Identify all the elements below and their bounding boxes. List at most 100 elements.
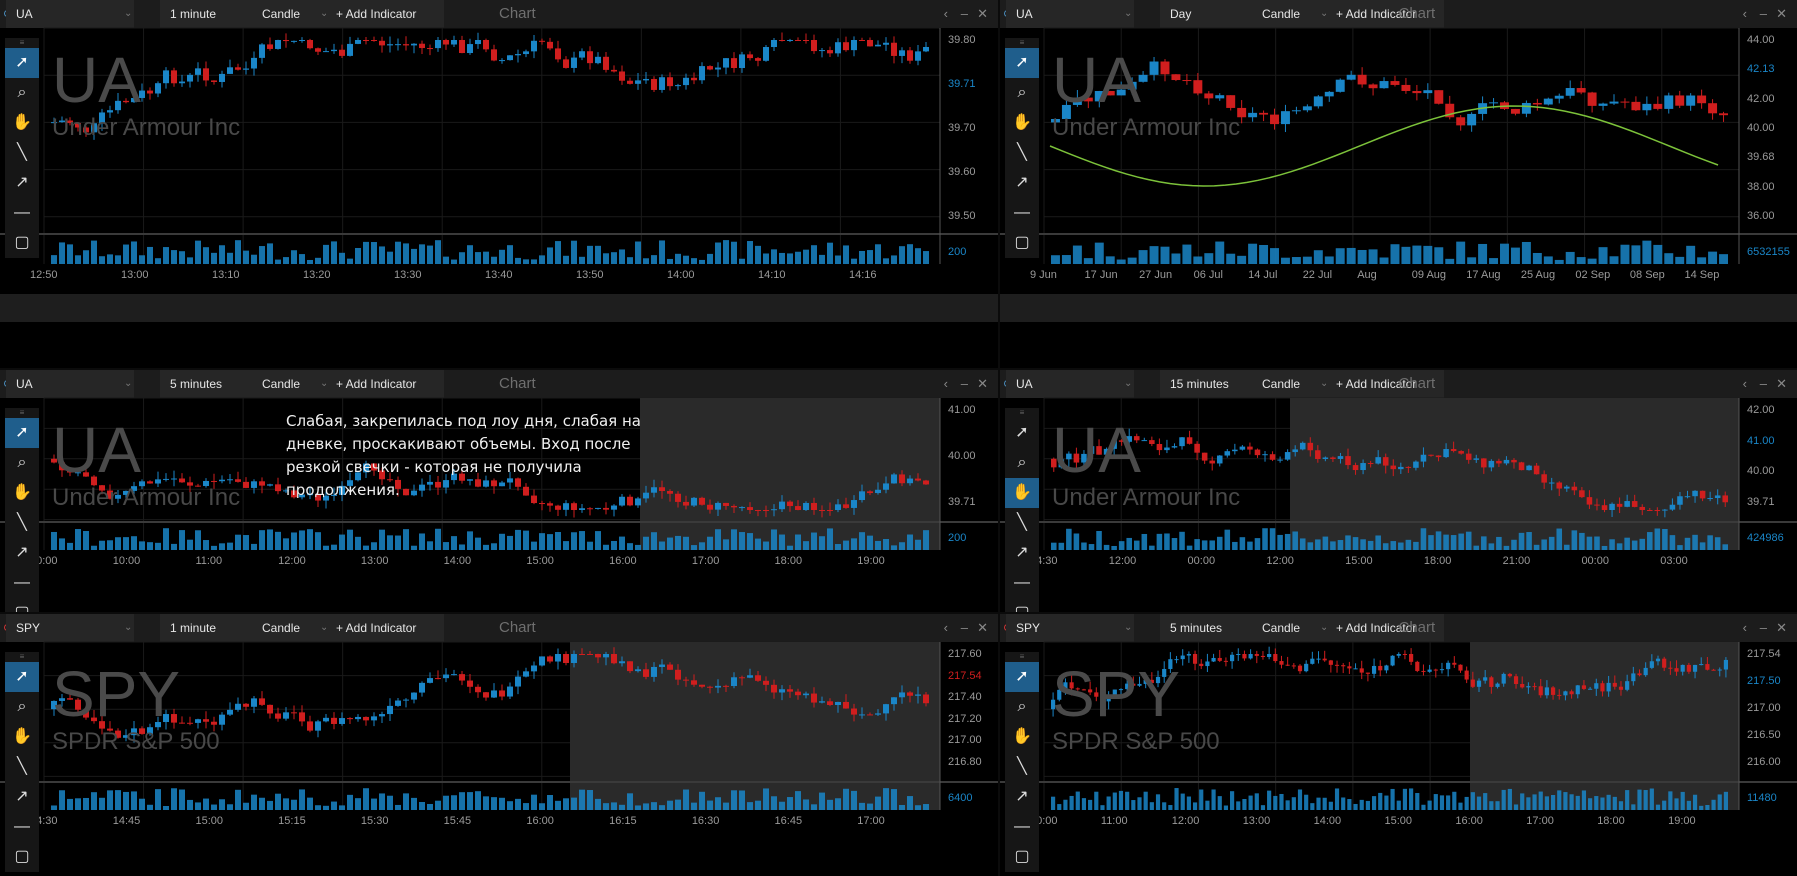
candle — [1654, 510, 1661, 511]
volume-bar — [771, 796, 777, 810]
candle — [1470, 679, 1475, 687]
toolbar-grip-icon[interactable]: ≡ — [5, 652, 39, 662]
navigator-strip[interactable] — [1000, 294, 1797, 322]
candle — [827, 50, 833, 54]
price-axis[interactable]: 39.80 39.71 39.70 39.60 39.50 200 — [940, 28, 998, 264]
symbol-watermark: UA — [52, 44, 141, 116]
pointer-icon[interactable]: ➚ — [1005, 662, 1039, 692]
candle — [835, 504, 841, 510]
pointer-icon[interactable]: ➚ — [5, 48, 39, 78]
time-axis[interactable]: 00:00 10:00 11:00 12:00 13:00 14:00 15:00 16:00… — [0, 550, 998, 574]
time-tick-label: 16:00 — [526, 815, 554, 827]
chart-panel-spy-5min[interactable]: SPY⌄5 minutes⌄Candle⌄+ Add IndicatorChar… — [1000, 614, 1797, 876]
volume-bar — [355, 247, 361, 264]
volume-bar — [131, 536, 137, 550]
candle — [523, 51, 529, 55]
volume-bar — [923, 251, 929, 264]
hand-icon[interactable]: ✋ — [5, 108, 39, 138]
rect-icon[interactable]: ▢ — [1005, 842, 1039, 872]
time-axis[interactable]: 9 Jun 17 Jun 27 Jun 06 Jul 14 Jul 22 Jul Aug 09… — [1000, 264, 1797, 288]
line-icon[interactable]: ╲ — [5, 508, 39, 538]
price-tick-label: 217.60 — [948, 648, 982, 660]
volume-bar — [1415, 793, 1420, 810]
volume-bar — [619, 249, 625, 264]
zoom-icon[interactable]: ⌕ — [1005, 692, 1039, 722]
volume-bar — [1112, 792, 1117, 810]
time-axis[interactable]: 12:50 13:00 13:10 13:20 13:30 13:40 13:50 14:00… — [0, 264, 998, 288]
arrow-icon[interactable]: ↗ — [1005, 782, 1039, 812]
rect-icon[interactable]: ▢ — [5, 228, 39, 258]
zoom-icon[interactable]: ⌕ — [1005, 448, 1039, 478]
hline-icon[interactable]: — — [5, 198, 39, 228]
time-axis[interactable]: 04:30 12:00 00:00 12:00 15:00 18:00 21:00 00:00… — [1000, 550, 1797, 574]
volume-bar — [1224, 529, 1231, 550]
arrow-icon[interactable]: ↗ — [5, 782, 39, 812]
navigator-strip[interactable] — [0, 294, 998, 322]
candle — [707, 504, 713, 510]
rect-icon[interactable]: ▢ — [5, 598, 39, 612]
toolbar-grip-icon[interactable]: ≡ — [1005, 38, 1039, 48]
hline-icon[interactable]: — — [1005, 812, 1039, 842]
zoom-icon[interactable]: ⌕ — [5, 78, 39, 108]
time-tick-label: 10:00 — [112, 555, 141, 567]
price-axis[interactable]: 217.54 217.50 217.00 216.50 216.00 11480 — [1739, 642, 1797, 810]
time-axis[interactable]: 10:00 11:00 12:00 13:00 14:00 15:00 16:00 17:00… — [1000, 810, 1797, 834]
price-axis[interactable]: 41.00 40.00 39.71 200 — [940, 398, 998, 550]
hline-icon[interactable]: — — [5, 812, 39, 842]
chart-panel-ua-day[interactable]: UA⌄Day⌄Candle⌄+ Add IndicatorChart‹–✕UAU… — [1000, 0, 1797, 368]
pointer-icon[interactable]: ➚ — [1005, 48, 1039, 78]
candle — [547, 503, 553, 506]
hand-icon[interactable]: ✋ — [1005, 108, 1039, 138]
price-axis[interactable]: 44.00 42.13 42.00 40.00 39.68 38.00 36.00 65321… — [1739, 28, 1797, 264]
line-icon[interactable]: ╲ — [5, 138, 39, 168]
zoom-icon[interactable]: ⌕ — [5, 448, 39, 478]
candle — [851, 708, 857, 715]
hline-icon[interactable]: — — [5, 568, 39, 598]
chart-panel-ua-15min[interactable]: UA⌄15 minutes⌄Candle⌄+ Add IndicatorChar… — [1000, 370, 1797, 612]
company-watermark: SPDR S&P 500 — [52, 728, 220, 755]
candle — [611, 654, 617, 664]
price-tick-label: 216.00 — [1747, 756, 1781, 768]
zoom-icon[interactable]: ⌕ — [5, 692, 39, 722]
arrow-icon[interactable]: ↗ — [1005, 538, 1039, 568]
pointer-icon[interactable]: ➚ — [1005, 418, 1039, 448]
arrow-icon[interactable]: ↗ — [1005, 168, 1039, 198]
line-icon[interactable]: ╲ — [1005, 752, 1039, 782]
toolbar-grip-icon[interactable]: ≡ — [5, 408, 39, 418]
toolbar-grip-icon[interactable]: ≡ — [1005, 652, 1039, 662]
arrow-icon[interactable]: ↗ — [5, 168, 39, 198]
rect-icon[interactable]: ▢ — [1005, 598, 1039, 612]
hline-icon[interactable]: — — [1005, 568, 1039, 598]
volume-bar — [531, 794, 537, 810]
toolbar-grip-icon[interactable]: ≡ — [1005, 408, 1039, 418]
volume-bar — [1483, 793, 1488, 810]
arrow-icon[interactable]: ↗ — [5, 538, 39, 568]
time-axis[interactable]: 14:30 14:45 15:00 15:15 15:30 15:45 16:00 16:15… — [0, 810, 998, 834]
hand-icon[interactable]: ✋ — [5, 722, 39, 752]
hand-icon[interactable]: ✋ — [5, 478, 39, 508]
candle — [579, 51, 585, 58]
time-tick-label: 13:50 — [576, 269, 604, 281]
candle — [1575, 685, 1580, 695]
line-icon[interactable]: ╲ — [1005, 138, 1039, 168]
hand-icon[interactable]: ✋ — [1005, 722, 1039, 752]
time-tick-label: 16:15 — [609, 815, 637, 827]
rect-icon[interactable]: ▢ — [5, 842, 39, 872]
rect-icon[interactable]: ▢ — [1005, 228, 1039, 258]
line-icon[interactable]: ╲ — [5, 752, 39, 782]
price-axis[interactable]: 217.60 217.54 217.40 217.20 217.00 216.80 6400 — [940, 642, 998, 810]
volume-bar — [171, 788, 177, 810]
zoom-icon[interactable]: ⌕ — [1005, 78, 1039, 108]
line-icon[interactable]: ╲ — [1005, 508, 1039, 538]
hline-icon[interactable]: — — [1005, 198, 1039, 228]
hand-icon[interactable]: ✋ — [1005, 478, 1039, 508]
chart-panel-ua-1min[interactable]: UA⌄1 minute⌄Candle⌄+ Add IndicatorChart‹… — [0, 0, 998, 368]
pointer-icon[interactable]: ➚ — [5, 662, 39, 692]
toolbar-grip-icon[interactable]: ≡ — [5, 38, 39, 48]
volume-bar — [83, 250, 89, 264]
volume-bar — [331, 241, 337, 264]
pointer-icon[interactable]: ➚ — [5, 418, 39, 448]
price-axis[interactable]: 42.00 41.00 40.00 39.71 424986 — [1739, 398, 1797, 550]
chart-panel-spy-1min[interactable]: SPY⌄1 minute⌄Candle⌄+ Add IndicatorChart… — [0, 614, 998, 876]
volume-bar — [443, 795, 449, 810]
